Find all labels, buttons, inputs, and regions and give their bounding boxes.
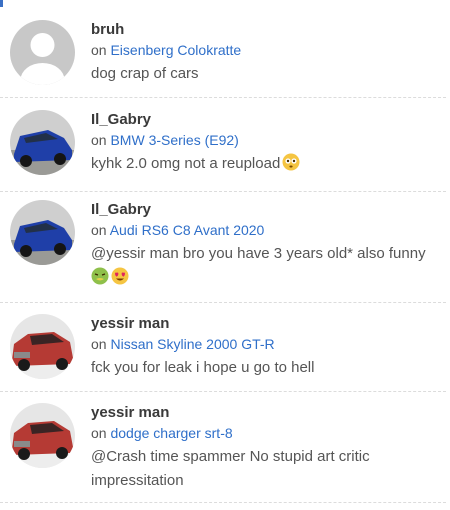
- comment-text: @yessir man bro you have 3 years old* al…: [91, 242, 446, 290]
- comment-author[interactable]: bruh: [91, 20, 446, 40]
- car-link[interactable]: Nissan Skyline 2000 GT-R: [110, 336, 274, 352]
- comment-target: on Nissan Skyline 2000 GT-R: [91, 334, 446, 354]
- comment-target: on Audi RS6 C8 Avant 2020: [91, 220, 446, 240]
- comment-author[interactable]: yessir man: [91, 314, 446, 334]
- car-link[interactable]: Eisenberg Colokratte: [110, 42, 241, 58]
- red-suv-avatar[interactable]: [10, 403, 75, 468]
- comment-item: bruh on Eisenberg Colokratte dog crap of…: [0, 10, 446, 98]
- comment-text: @Crash time spammer No stupid art critic…: [91, 448, 370, 489]
- heart-eyes-face-icon: [111, 267, 129, 285]
- comment-author[interactable]: yessir man: [91, 403, 446, 423]
- comment-item: Il_Gabry on BMW 3-Series (E92) kyhk 2.0 …: [0, 98, 446, 192]
- comment-text-content: kyhk 2.0 omg not a reupload: [91, 155, 281, 172]
- comment-author[interactable]: Il_Gabry: [91, 110, 446, 130]
- comment-text-content: @yessir man bro you have 3 years old* al…: [91, 245, 426, 262]
- blue-wagon-avatar[interactable]: [10, 200, 75, 265]
- on-label: on: [91, 425, 107, 441]
- comment-target: on BMW 3-Series (E92): [91, 130, 446, 150]
- car-link[interactable]: BMW 3-Series (E92): [110, 132, 238, 148]
- comment-item: Il_Gabry on Audi RS6 C8 Avant 2020 @yess…: [0, 192, 446, 303]
- section-accent-bar: [0, 0, 3, 7]
- on-label: on: [91, 132, 107, 148]
- flushed-face-icon: [282, 153, 300, 171]
- car-link[interactable]: dodge charger srt-8: [110, 425, 232, 441]
- nauseated-face-icon: [91, 267, 109, 285]
- car-link[interactable]: Audi RS6 C8 Avant 2020: [110, 222, 265, 238]
- blue-wagon-avatar[interactable]: [10, 110, 75, 175]
- on-label: on: [91, 42, 107, 58]
- comment-target: on Eisenberg Colokratte: [91, 40, 446, 60]
- comment-item: yessir man on dodge charger srt-8 @Crash…: [0, 392, 446, 503]
- default-avatar-icon[interactable]: [10, 20, 75, 85]
- comment-text: dog crap of cars: [91, 65, 199, 82]
- on-label: on: [91, 222, 107, 238]
- red-suv-avatar[interactable]: [10, 314, 75, 379]
- comment-item: yessir man on Nissan Skyline 2000 GT-R f…: [0, 303, 446, 392]
- comment-author[interactable]: Il_Gabry: [91, 200, 446, 220]
- on-label: on: [91, 336, 107, 352]
- comment-target: on dodge charger srt-8: [91, 423, 446, 443]
- comment-text: kyhk 2.0 omg not a reupload: [91, 152, 446, 176]
- comment-text: fck you for leak i hope u go to hell: [91, 359, 315, 376]
